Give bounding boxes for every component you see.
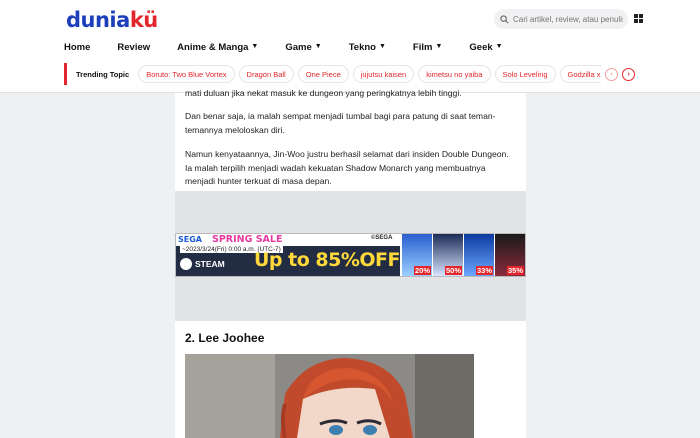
trending-prev-button[interactable]: ‹ [605, 67, 619, 81]
ad-banner[interactable]: SEGA SPRING SALE ©SEGA ~2023/3/24(Fri) 0… [175, 233, 526, 277]
chevron-down-icon: ▼ [251, 42, 259, 50]
ad-discount-badge: 33% [475, 266, 493, 275]
site-logo[interactable]: dunia kü [66, 8, 158, 32]
search-box[interactable] [494, 9, 628, 29]
trending-bar: Trending Topic Boruto: Two Blue Vortex D… [64, 63, 644, 85]
character-image [185, 354, 474, 438]
nav-item-review[interactable]: Review [117, 42, 150, 53]
nav-item-film[interactable]: Film ▼ [413, 42, 442, 53]
chevron-down-icon: ▼ [435, 42, 443, 50]
section-heading: 2. Lee Joohee [185, 331, 265, 345]
ad-headline: SPRING SALE [212, 234, 283, 245]
nav-item-geek[interactable]: Geek ▼ [469, 42, 502, 53]
chevron-down-icon: ▼ [378, 42, 386, 50]
article-body: mati duluan jika nekat masuk ke dungeon … [175, 88, 526, 438]
ad-game-cover: 33% [464, 234, 494, 276]
ad-game-cover: 20% [402, 234, 432, 276]
nav-item-tekno[interactable]: Tekno ▼ [349, 42, 386, 53]
nav-item-game[interactable]: Game ▼ [285, 42, 321, 53]
ad-game-cover: 50% [433, 234, 463, 276]
ad-offer: Up to 85%OFF! [254, 249, 409, 271]
ad-game-list: 20% 50% 33% 35% [401, 234, 525, 276]
trending-topic[interactable]: Solo Leveling [494, 65, 556, 83]
menu-grid-icon[interactable] [634, 14, 643, 23]
logo-text-accent: kü [129, 8, 158, 32]
ad-slot: SEGA SPRING SALE ©SEGA ~2023/3/24(Fri) 0… [175, 191, 526, 321]
nav-item-home[interactable]: Home [64, 42, 90, 53]
trending-topic[interactable]: jujutsu kaisen [352, 65, 415, 83]
trending-topic[interactable]: Godzilla x Kong [559, 65, 602, 83]
ad-brand-copyright: ©SEGA [371, 235, 393, 241]
article-paragraph: mati duluan jika nekat masuk ke dungeon … [185, 88, 462, 98]
trending-title: Trending Topic [76, 69, 130, 79]
chevron-left-icon: ‹ [610, 70, 613, 78]
trending-topics: Boruto: Two Blue Vortex Dragon Ball One … [138, 65, 602, 83]
chevron-right-icon: › [627, 70, 630, 78]
article-paragraph: Namun kenyataannya, Jin-Woo justru berha… [185, 149, 509, 186]
ad-sale-panel: SEGA SPRING SALE ©SEGA ~2023/3/24(Fri) 0… [176, 234, 409, 276]
ad-brand: SEGA [178, 235, 202, 244]
chevron-down-icon: ▼ [495, 42, 503, 50]
ad-platform: STEAM [180, 258, 225, 270]
steam-icon [180, 258, 192, 270]
trending-topic[interactable]: kimetsu no yaiba [418, 65, 491, 83]
logo-text-primary: dunia [66, 8, 130, 32]
site-header: duniakü Home Review Anime & Manga▼ Game▼… [0, 0, 700, 93]
ad-game-cover: 35% [495, 234, 525, 276]
trending-topic[interactable]: Dragon Ball [238, 65, 294, 83]
main-nav: Home Review Anime & Manga ▼ Game ▼ Tekno ▼ … [64, 40, 530, 54]
ad-discount-badge: 20% [413, 266, 431, 275]
trending-next-button[interactable]: › [622, 67, 636, 81]
search-input[interactable] [513, 14, 623, 24]
chevron-down-icon: ▼ [314, 42, 322, 50]
trending-topic[interactable]: Boruto: Two Blue Vortex [138, 65, 235, 83]
article-paragraph: Dan benar saja, ia malah sempat menjadi … [185, 111, 496, 135]
nav-item-anime-manga[interactable]: Anime & Manga ▼ [177, 42, 258, 53]
ad-discount-badge: 35% [506, 266, 524, 275]
trending-accent-bar [64, 63, 67, 85]
trending-topic[interactable]: One Piece [297, 65, 349, 83]
ad-discount-badge: 50% [444, 266, 462, 275]
search-icon [500, 14, 509, 23]
